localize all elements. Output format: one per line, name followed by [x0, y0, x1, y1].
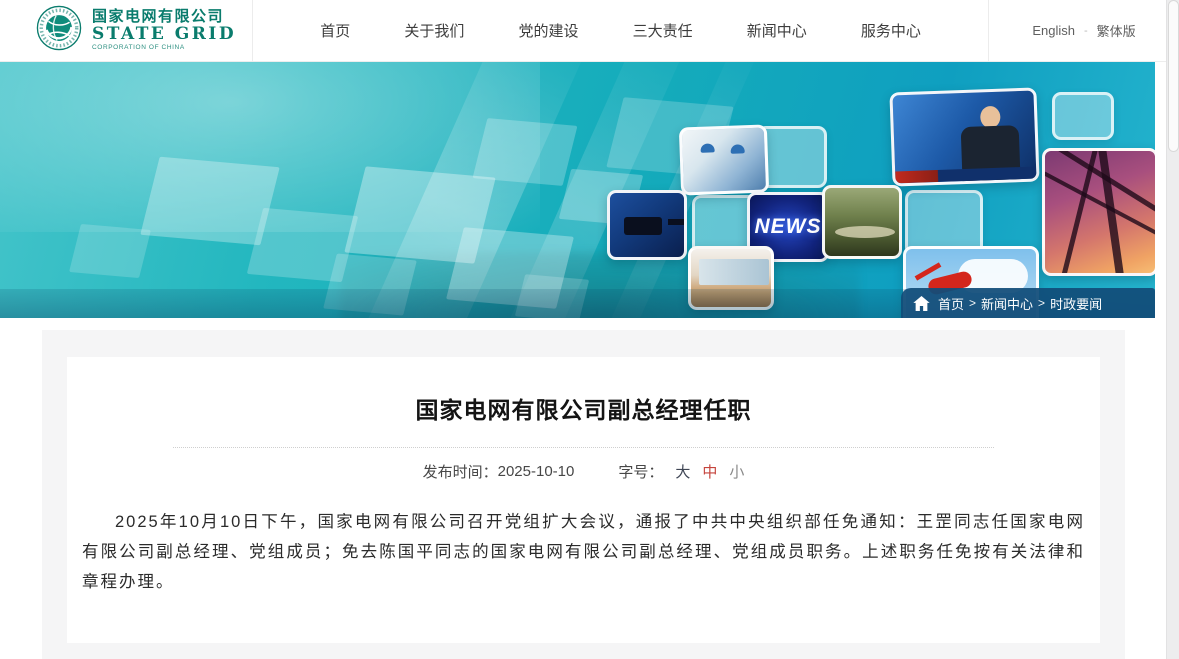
article-body: 2025年10月10日下午，国家电网有限公司召开党组扩大会议，通报了中共中央组织…	[82, 507, 1085, 597]
home-icon	[913, 296, 930, 311]
state-grid-globe-icon	[36, 5, 82, 56]
logo-company-name-en: STATE GRID	[92, 26, 236, 44]
publish-time-label: 发布时间：	[423, 461, 498, 482]
nav-item-about[interactable]: 关于我们	[404, 20, 464, 41]
hero-banner: NEWS 首页 > 新闻中心 > 时政要闻	[0, 62, 1155, 318]
site-header: 国家电网有限公司 STATE GRID CORPORATION OF CHINA…	[0, 0, 1179, 62]
lang-traditional-link[interactable]: 繁体版	[1097, 21, 1136, 40]
anchor-news-strip	[895, 167, 1036, 184]
nav-item-news-center[interactable]: 新闻中心	[747, 20, 807, 41]
breadcrumb-separator: >	[969, 296, 976, 310]
article-title: 国家电网有限公司副总经理任职	[67, 391, 1100, 425]
main-content: 国家电网有限公司副总经理任职 发布时间： 2025-10-10 字号： 大 中 …	[0, 318, 1179, 659]
scrollbar-track[interactable]	[1166, 0, 1179, 659]
article-panel: 国家电网有限公司副总经理任职 发布时间： 2025-10-10 字号： 大 中 …	[67, 357, 1100, 643]
lang-divider: -	[1084, 25, 1088, 37]
logo-company-name-sub: CORPORATION OF CHINA	[92, 45, 236, 52]
photo-tile-power-lines	[1042, 148, 1155, 276]
font-size-label: 字号：	[618, 461, 663, 482]
language-switch: English - 繁体版	[989, 21, 1179, 40]
article-card: 国家电网有限公司副总经理任职 发布时间： 2025-10-10 字号： 大 中 …	[42, 330, 1125, 659]
photo-tile-meeting	[822, 185, 902, 259]
logo-company-name-cn: 国家电网有限公司	[92, 9, 236, 25]
photo-tile-tv-anchor	[889, 87, 1039, 186]
page: 国家电网有限公司 STATE GRID CORPORATION OF CHINA…	[0, 0, 1179, 659]
nav-item-responsibilities[interactable]: 三大责任	[633, 20, 693, 41]
lang-english-link[interactable]: English	[1032, 23, 1075, 38]
publish-date: 2025-10-10	[498, 463, 575, 480]
abstract-tile	[473, 118, 578, 186]
logo-text: 国家电网有限公司 STATE GRID CORPORATION OF CHINA	[92, 9, 236, 51]
photo-tile-video-camera	[607, 190, 687, 260]
article-meta: 发布时间： 2025-10-10 字号： 大 中 小	[67, 461, 1100, 482]
breadcrumb-news-center-link[interactable]: 新闻中心	[981, 294, 1033, 313]
logo[interactable]: 国家电网有限公司 STATE GRID CORPORATION OF CHINA	[36, 5, 236, 56]
nav-item-home[interactable]: 首页	[320, 20, 350, 41]
breadcrumb: 首页 > 新闻中心 > 时政要闻	[901, 288, 1155, 318]
breadcrumb-separator: >	[1038, 296, 1045, 310]
news-tile-text: NEWS	[755, 215, 822, 239]
nav-item-party-building[interactable]: 党的建设	[518, 20, 578, 41]
font-size-small-button[interactable]: 小	[729, 461, 744, 482]
breadcrumb-current-page: 时政要闻	[1050, 294, 1102, 313]
breadcrumb-home-link[interactable]: 首页	[938, 294, 964, 313]
font-size-large-button[interactable]: 大	[675, 461, 690, 482]
dotted-divider	[173, 447, 994, 448]
main-nav: 首页 关于我们 党的建设 三大责任 新闻中心 服务中心	[253, 20, 988, 41]
scrollbar-thumb[interactable]	[1168, 0, 1179, 152]
photo-tile-workers	[679, 124, 769, 195]
nav-item-service-center[interactable]: 服务中心	[861, 20, 921, 41]
abstract-tile	[69, 224, 151, 278]
collage-empty-tile	[1052, 92, 1114, 140]
font-size-medium-button[interactable]: 中	[702, 461, 717, 482]
